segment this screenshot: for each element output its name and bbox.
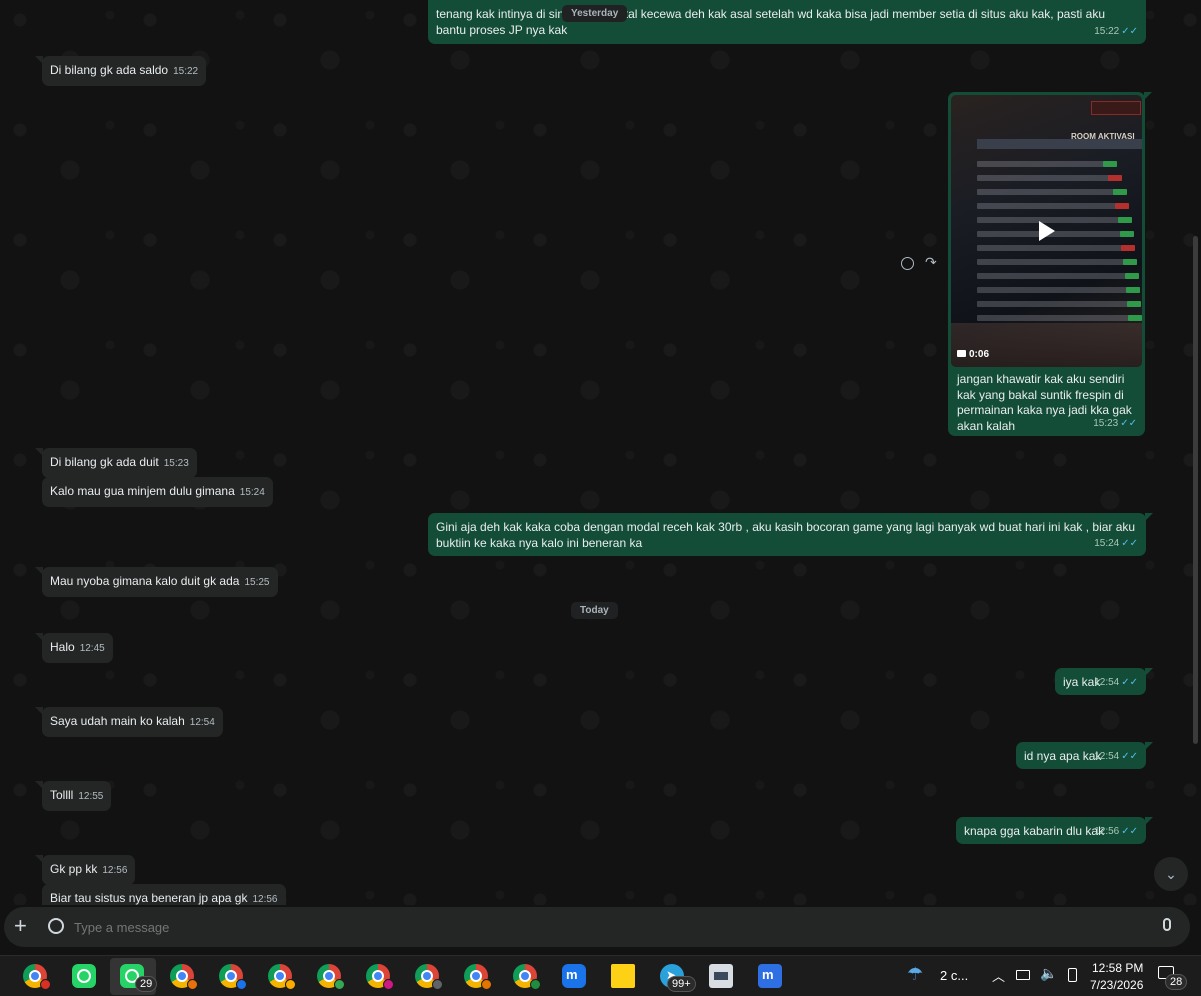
windows-taskbar: 29 m ➤ 99+ m ☂ 2 c... ︿ 🔈 12:58 PM 7/23/…	[0, 955, 1201, 996]
input-bar: +	[0, 905, 1201, 955]
chevron-up-icon[interactable]: ︿	[992, 966, 1005, 985]
video-thumbnail[interactable]: ROOM AKTIVASI 0:06	[951, 95, 1142, 367]
chrome-profile-icon[interactable]	[170, 964, 198, 990]
telegram-unread-badge: 99+	[667, 976, 696, 992]
message-time: 12:54	[1094, 677, 1120, 688]
message-time: 15:24	[1094, 538, 1120, 549]
scrollbar[interactable]	[1193, 236, 1198, 744]
message-text: Gini aja deh kak kaka coba dengan modal …	[436, 520, 1136, 550]
message-time: 15:23	[1093, 418, 1119, 429]
app-blue-m-icon[interactable]: m	[562, 964, 586, 988]
sticker-emoji-icon[interactable]	[48, 918, 64, 934]
message-time: 15:23	[163, 458, 189, 469]
message-time: 12:56	[252, 894, 278, 905]
read-ticks-icon: ✓✓	[1121, 751, 1138, 762]
message-time: 12:55	[78, 791, 104, 802]
sticky-notes-icon[interactable]	[611, 964, 635, 988]
app-mail-icon[interactable]	[709, 964, 733, 988]
message-incoming[interactable]: Saya udah main ko kalah 12:54	[35, 707, 223, 737]
chrome-profile-icon[interactable]	[415, 964, 443, 990]
message-meta: 15:24 ✓✓	[1089, 536, 1138, 552]
message-time: 15:24	[239, 487, 265, 498]
message-outgoing[interactable]: knapa gga kabarin dlu kak 12:56 ✓✓	[956, 817, 1153, 844]
video-camera-icon	[957, 350, 966, 357]
message-time: 12:56	[1094, 826, 1120, 837]
clock-time[interactable]: 12:58 PM	[1092, 961, 1143, 975]
read-ticks-icon: ✓✓	[1121, 677, 1138, 688]
message-text: Saya udah main ko kalah	[50, 714, 185, 728]
weather-icon[interactable]: ☂	[907, 964, 923, 985]
message-incoming[interactable]: Biar tau sistus nya beneran jp apa gk 12:…	[42, 884, 286, 905]
message-incoming[interactable]: Kalo mau gua minjem dulu gimana 15:24	[42, 477, 273, 507]
app-blue-m2-icon[interactable]: m	[758, 964, 782, 988]
chrome-profile-icon[interactable]	[268, 964, 296, 990]
message-outgoing[interactable]: tenang kak intinya di sini tal kecewa deh…	[428, 0, 1146, 44]
message-text: Tollll	[50, 788, 74, 802]
message-text: Di bilang gk ada saldo	[50, 63, 169, 77]
notification-count-badge: 28	[1165, 974, 1188, 990]
whatsapp-unread-badge: 29	[135, 976, 158, 992]
chrome-profile-icon[interactable]	[317, 964, 345, 990]
message-text: knapa gga kabarin dlu kak	[964, 824, 1105, 838]
clock-date[interactable]: 7/23/2026	[1090, 978, 1143, 992]
emoji-reaction-icon[interactable]	[901, 257, 914, 270]
message-input[interactable]	[74, 915, 1134, 939]
message-composer: +	[4, 907, 1190, 947]
duration-text: 0:06	[969, 349, 990, 360]
chrome-profile-icon[interactable]	[464, 964, 492, 990]
whatsapp-icon[interactable]	[72, 964, 96, 988]
message-incoming[interactable]: Tollll 12:55	[34, 781, 112, 811]
forward-icon[interactable]: ↷	[925, 254, 937, 271]
message-meta: 12:54 ✓✓	[1089, 675, 1138, 691]
volume-icon[interactable]: 🔈	[1040, 965, 1057, 982]
message-incoming[interactable]: Mau nyoba gimana kalo duit gk ada 15:25	[35, 567, 278, 597]
message-text: Gk pp kk	[50, 862, 98, 876]
scroll-down-button[interactable]: ⌄	[1154, 857, 1188, 891]
message-incoming[interactable]: Di bilang gk ada saldo 15:22	[34, 56, 207, 86]
message-incoming[interactable]: Di bilang gk ada duit 15:23	[35, 448, 197, 478]
network-icon[interactable]	[1016, 970, 1030, 980]
date-chip-yesterday: Yesterday	[562, 5, 628, 22]
message-time: 12:54	[1094, 751, 1120, 762]
video-duration: 0:06	[957, 347, 989, 363]
message-time: 15:25	[244, 577, 270, 588]
microphone-icon[interactable]	[1163, 918, 1171, 931]
play-icon[interactable]	[1039, 221, 1055, 241]
message-text: Halo	[50, 640, 75, 654]
message-meta: 12:56 ✓✓	[1089, 824, 1138, 840]
message-outgoing[interactable]: iya kak 12:54 ✓✓	[1055, 668, 1153, 695]
chrome-icon[interactable]	[23, 964, 51, 990]
message-time: 15:22	[1094, 26, 1120, 37]
message-outgoing[interactable]: id nya apa kak 12:54 ✓✓	[1016, 742, 1153, 769]
message-time: 12:56	[102, 865, 128, 876]
message-incoming[interactable]: Halo 12:45	[35, 633, 113, 663]
message-text: Kalo mau gua minjem dulu gimana	[50, 484, 235, 498]
chrome-profile-icon[interactable]	[513, 964, 541, 990]
read-ticks-icon: ✓✓	[1121, 26, 1138, 37]
read-ticks-icon: ✓✓	[1121, 538, 1138, 549]
message-incoming[interactable]: Gk pp kk 12:56	[34, 855, 136, 885]
read-ticks-icon: ✓✓	[1121, 826, 1138, 837]
message-time: 12:54	[189, 717, 215, 728]
read-ticks-icon: ✓✓	[1120, 418, 1137, 429]
date-chip-today: Today	[571, 602, 618, 619]
chevron-down-icon: ⌄	[1165, 866, 1177, 882]
chrome-profile-icon[interactable]	[219, 964, 247, 990]
message-meta: 12:54 ✓✓	[1089, 749, 1138, 765]
message-time: 15:22	[173, 66, 199, 77]
chrome-profile-icon[interactable]	[366, 964, 394, 990]
message-text: Mau nyoba gimana kalo duit gk ada	[50, 574, 240, 588]
battery-icon[interactable]	[1068, 968, 1077, 982]
weather-text[interactable]: 2 c...	[940, 968, 968, 983]
message-time: 12:45	[79, 643, 105, 654]
message-text: Biar tau sistus nya beneran jp apa gk	[50, 891, 248, 905]
message-text: Di bilang gk ada duit	[50, 455, 159, 469]
message-video[interactable]: ROOM AKTIVASI 0:06 jangan khawatir kak a…	[948, 92, 1152, 436]
chat-panel: tenang kak intinya di sini tal kecewa deh…	[0, 0, 1201, 905]
message-outgoing[interactable]: Gini aja deh kak kaka coba dengan modal …	[428, 513, 1153, 556]
message-text: tenang kak intinya di sini	[436, 7, 567, 21]
message-meta: 15:22 ✓✓	[1089, 24, 1138, 40]
attach-plus-icon[interactable]: +	[14, 913, 27, 939]
message-meta: 15:23 ✓✓	[1088, 416, 1137, 432]
